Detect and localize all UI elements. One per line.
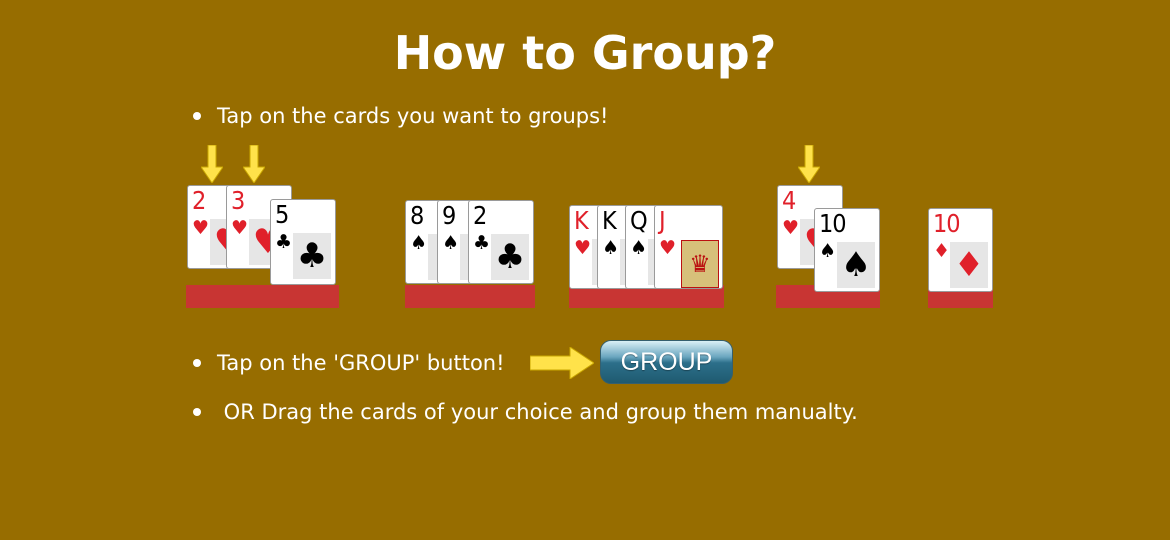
heart-icon: ♥	[231, 217, 249, 239]
arrow-down-icon	[201, 145, 223, 183]
card-rank: 5	[275, 200, 289, 229]
card-rank: 8	[410, 201, 424, 230]
card-rank: 3	[231, 186, 245, 215]
spade-icon: ♠	[602, 237, 620, 259]
spade-icon: ♠	[630, 237, 648, 259]
group-bar	[186, 285, 339, 308]
instruction-text: OR Drag the cards of your choice and gro…	[217, 400, 858, 424]
instruction-tap-cards: Tap on the cards you want to groups!	[193, 104, 608, 128]
arrow-right-icon	[530, 347, 594, 379]
card-group: 8 ♠ ♠ 9 ♠ ♠ 2 ♣ ♣	[405, 184, 535, 308]
club-icon: ♣	[275, 231, 293, 253]
instruction-text: Tap on the cards you want to groups!	[217, 104, 609, 128]
club-icon: ♣	[473, 232, 491, 254]
arrow-down-icon	[798, 145, 820, 183]
card-rank: K	[574, 206, 589, 235]
bullet-icon	[193, 359, 201, 367]
arrow-down-icon	[243, 145, 265, 183]
jack-face-icon: ♛	[681, 240, 719, 288]
card-group: K ♥ ♥ K ♠ ♠ Q ♠ ♠ J ♥ ♛	[569, 184, 724, 308]
group-button[interactable]: GROUP	[600, 340, 733, 384]
heart-icon: ♥	[574, 237, 592, 259]
bullet-icon	[193, 112, 201, 120]
card-rank: 9	[442, 201, 456, 230]
playing-card[interactable]: 2 ♣ ♣	[468, 200, 534, 284]
card-rank: K	[602, 206, 617, 235]
heart-icon: ♥	[659, 237, 677, 259]
heart-icon: ♥	[782, 217, 800, 239]
playing-card[interactable]: 10 ♦ ♦	[928, 208, 993, 292]
instruction-text: Tap on the 'GROUP' button!	[217, 351, 505, 375]
playing-card[interactable]: 5 ♣ ♣	[270, 199, 336, 285]
card-rank: 2	[192, 186, 206, 215]
diamond-icon: ♦	[933, 240, 951, 262]
card-rank: 10	[819, 209, 847, 238]
spade-icon: ♠	[442, 232, 460, 254]
card-group: 10 ♦ ♦	[928, 184, 993, 308]
group-bar	[405, 285, 535, 308]
instruction-tap-group: Tap on the 'GROUP' button!	[193, 351, 505, 375]
card-group: 2 ♥ ♥ 3 ♥ ♥ 5 ♣ ♣	[186, 184, 339, 308]
diamond-icon: ♦	[950, 242, 988, 288]
card-rank: 2	[473, 201, 487, 230]
spade-icon: ♠	[819, 240, 837, 262]
playing-card[interactable]: 10 ♠ ♠	[814, 208, 880, 292]
card-rank: J	[659, 206, 666, 235]
page-title: How to Group?	[393, 26, 777, 80]
instruction-drag-cards: OR Drag the cards of your choice and gro…	[193, 400, 858, 424]
card-rank: 10	[933, 209, 961, 238]
card-group: 4 ♥ ♥ 10 ♠ ♠	[776, 184, 880, 308]
spade-icon: ♠	[410, 232, 428, 254]
club-icon: ♣	[491, 234, 529, 280]
spade-icon: ♠	[837, 242, 875, 288]
bullet-icon	[193, 408, 201, 416]
card-rank: 4	[782, 186, 796, 215]
card-rank: Q	[630, 206, 648, 235]
playing-card[interactable]: J ♥ ♛	[654, 205, 723, 289]
heart-icon: ♥	[192, 217, 210, 239]
club-icon: ♣	[293, 233, 331, 279]
